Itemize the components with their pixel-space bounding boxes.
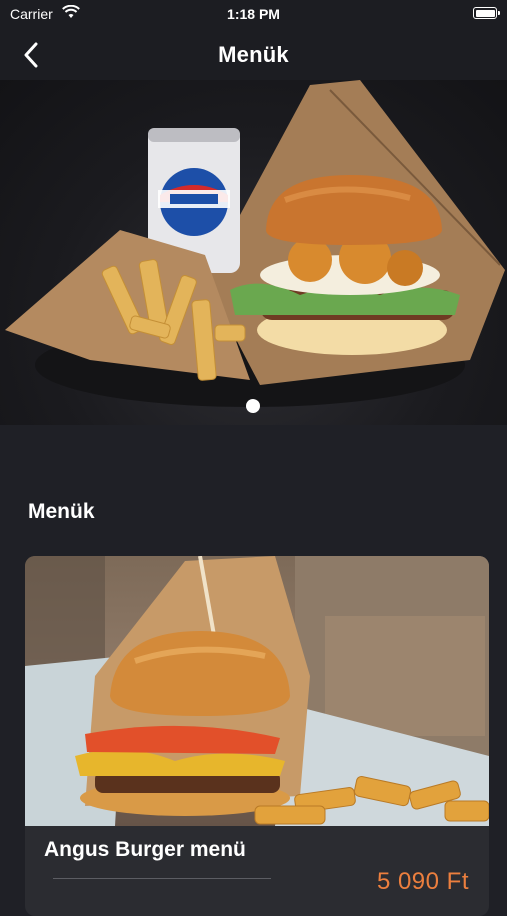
page-title: Menük — [218, 42, 289, 67]
carousel-dot[interactable] — [246, 399, 260, 413]
hero-carousel[interactable] — [0, 80, 507, 425]
menu-item-image — [25, 556, 489, 826]
status-time: 1:18 PM — [227, 6, 280, 22]
nav-bar: Menük — [0, 30, 507, 80]
section-title: Menük — [28, 500, 95, 523]
divider — [53, 878, 271, 879]
hero-image — [5, 80, 505, 407]
menu-item-price: 5 090 Ft — [376, 868, 469, 895]
menu-item-name: Angus Burger menü — [44, 838, 246, 861]
menu-item-card[interactable]: Angus Burger menü 5 090 Ft — [25, 556, 489, 916]
status-bar: Carrier 1:18 PM — [0, 0, 507, 30]
battery-icon — [473, 7, 500, 19]
